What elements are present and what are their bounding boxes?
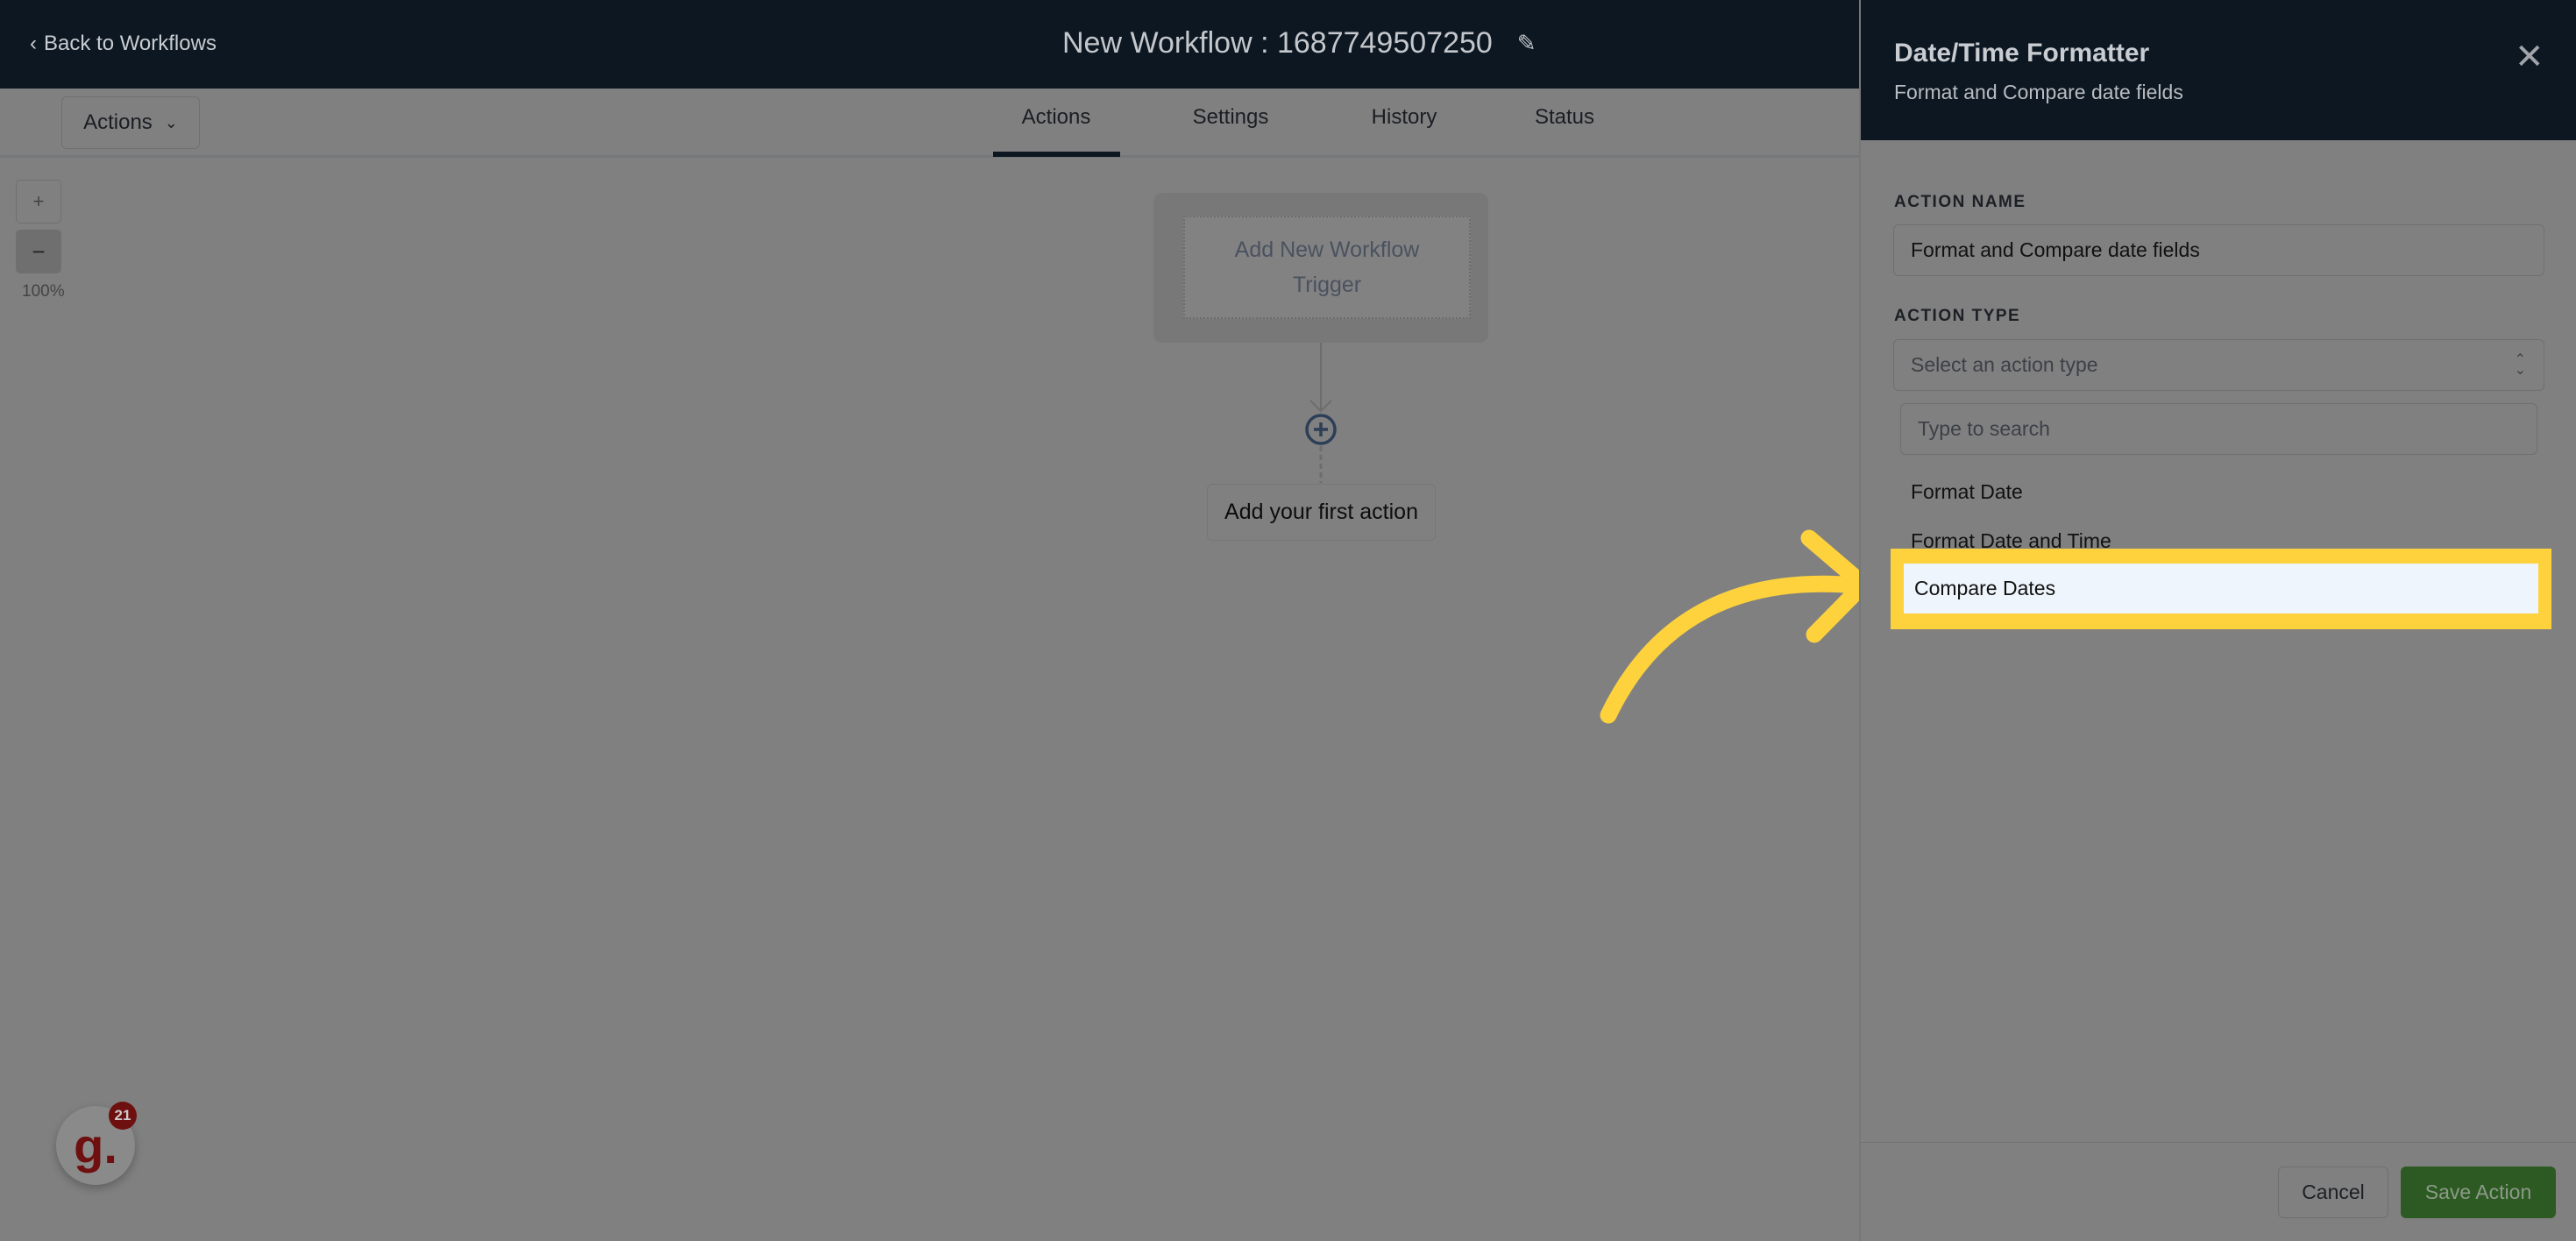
zoom-out-button[interactable]: − (16, 230, 61, 273)
widget-logo-text: g. (74, 1117, 117, 1174)
action-name-label: ACTION NAME (1894, 193, 2026, 211)
action-type-placeholder: Select an action type (1911, 353, 2098, 376)
close-icon[interactable]: ✕ (2515, 37, 2544, 77)
highlight-box: Compare Dates (1891, 549, 2551, 629)
add-first-action-button[interactable]: Add your first action (1207, 484, 1436, 541)
option-compare-dates[interactable]: Compare Dates (1904, 564, 2538, 613)
zoom-level: 100% (22, 282, 65, 301)
actions-dropdown[interactable]: Actions ⌄ (61, 96, 200, 149)
tab-settings[interactable]: Settings (1193, 105, 1269, 130)
trigger-label: Add New Workflow Trigger (1234, 238, 1420, 297)
workflow-title-text: New Workflow : 1687749507250 (1062, 26, 1493, 60)
panel-header (1861, 0, 2576, 140)
cancel-button[interactable]: Cancel (2278, 1167, 2388, 1218)
action-name-value: Format and Compare date fields (1911, 238, 2200, 261)
active-tab-indicator (993, 152, 1120, 157)
zoom-in-button[interactable]: + (16, 180, 61, 223)
pencil-icon[interactable]: ✎ (1517, 30, 1536, 57)
add-action-plus-icon[interactable] (1304, 413, 1338, 446)
action-type-select[interactable]: Select an action type ⌃ ⌄ (1893, 339, 2544, 391)
chevron-up-down-icon: ⌃ ⌄ (2514, 351, 2526, 378)
action-side-panel: Date/Time Formatter Format and Compare d… (1859, 0, 2576, 1241)
actions-dropdown-label: Actions (83, 110, 153, 134)
chevron-left-icon: ‹ (30, 32, 37, 55)
save-action-button[interactable]: Save Action (2401, 1167, 2556, 1218)
chevron-down-icon: ⌄ (164, 113, 178, 131)
action-name-input[interactable]: Format and Compare date fields (1893, 224, 2544, 276)
action-type-search-input[interactable]: Type to search (1900, 403, 2537, 455)
panel-title: Date/Time Formatter (1894, 39, 2150, 67)
panel-subtitle: Format and Compare date fields (1894, 81, 2183, 103)
action-type-label: ACTION TYPE (1894, 307, 2021, 325)
search-placeholder: Type to search (1918, 417, 2050, 440)
footer-divider (1861, 1142, 2576, 1143)
workflow-title: New Workflow : 1687749507250 ✎ (1062, 26, 1536, 60)
compare-dates-label: Compare Dates (1914, 577, 2056, 599)
add-trigger-button[interactable]: Add New Workflow Trigger (1183, 216, 1471, 319)
back-label: Back to Workflows (44, 32, 216, 55)
back-to-workflows-link[interactable]: ‹ Back to Workflows (30, 32, 216, 56)
tab-status[interactable]: Status (1535, 105, 1594, 130)
option-format-date[interactable]: Format Date (1911, 480, 2023, 504)
tab-history[interactable]: History (1372, 105, 1437, 130)
notification-badge: 21 (109, 1102, 137, 1130)
tab-actions[interactable]: Actions (1022, 105, 1091, 130)
